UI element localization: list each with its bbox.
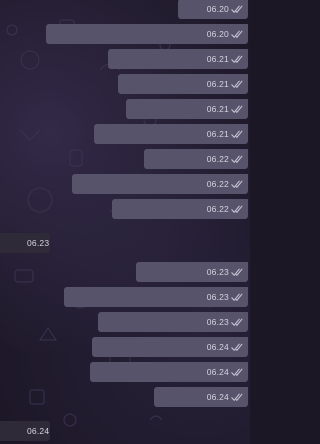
message-meta: 06.22 (207, 178, 244, 190)
message-meta: 06.24 (27, 425, 49, 437)
outgoing-message-bubble[interactable]: 06.22 (112, 199, 248, 219)
outgoing-message-bubble[interactable]: 06.24 (92, 337, 248, 357)
message-meta: 06.22 (207, 153, 244, 165)
outgoing-message-bubble[interactable]: 06.23 (98, 312, 248, 332)
message-time: 06.24 (27, 426, 50, 436)
message-time: 06.24 (206, 367, 229, 377)
message-meta: 06.21 (207, 128, 244, 140)
outgoing-message-bubble[interactable]: 06.20 (46, 24, 248, 44)
double-check-icon (231, 318, 243, 326)
message-list[interactable]: 06.20 06.20 06.21 06.21 06.21 06.21 06.22 06.22… (0, 0, 250, 444)
message-time: 06.21 (206, 104, 229, 114)
double-check-icon (231, 368, 243, 376)
outgoing-message-bubble[interactable]: 06.21 (126, 99, 248, 119)
message-meta: 06.23 (207, 316, 244, 328)
outgoing-message-bubble[interactable]: 06.24 (154, 387, 248, 407)
double-check-icon (231, 205, 243, 213)
outgoing-message-bubble[interactable]: 06.23 (64, 287, 248, 307)
message-time: 06.23 (206, 267, 229, 277)
message-time: 06.22 (206, 179, 229, 189)
message-meta: 06.21 (207, 53, 244, 65)
incoming-message-bubble[interactable]: 06.24 (0, 421, 50, 441)
double-check-icon (231, 293, 243, 301)
double-check-icon (231, 343, 243, 351)
double-check-icon (231, 130, 243, 138)
message-time: 06.20 (206, 29, 229, 39)
outgoing-message-bubble[interactable]: 06.21 (94, 124, 248, 144)
message-time: 06.22 (206, 154, 229, 164)
outgoing-message-bubble[interactable]: 06.22 (72, 174, 248, 194)
outgoing-message-bubble[interactable]: 06.20 (178, 0, 248, 19)
outgoing-message-bubble[interactable]: 06.21 (108, 49, 248, 69)
message-meta: 06.20 (207, 3, 244, 15)
message-time: 06.22 (206, 204, 229, 214)
double-check-icon (231, 155, 243, 163)
message-meta: 06.21 (207, 103, 244, 115)
message-meta: 06.24 (207, 366, 244, 378)
message-meta: 06.21 (207, 78, 244, 90)
double-check-icon (231, 5, 243, 13)
double-check-icon (231, 105, 243, 113)
message-time: 06.21 (206, 129, 229, 139)
message-time: 06.21 (206, 79, 229, 89)
outgoing-message-bubble[interactable]: 06.21 (118, 74, 248, 94)
message-time: 06.24 (206, 342, 229, 352)
message-meta: 06.23 (207, 291, 244, 303)
message-meta: 06.23 (207, 266, 244, 278)
message-meta: 06.23 (27, 237, 49, 249)
message-meta: 06.24 (207, 341, 244, 353)
message-time: 06.20 (206, 4, 229, 14)
message-meta: 06.20 (207, 28, 244, 40)
double-check-icon (231, 268, 243, 276)
outgoing-message-bubble[interactable]: 06.22 (144, 149, 248, 169)
incoming-message-bubble[interactable]: 06.23 (0, 233, 50, 253)
message-meta: 06.24 (207, 391, 244, 403)
double-check-icon (231, 393, 243, 401)
message-time: 06.23 (206, 317, 229, 327)
double-check-icon (231, 180, 243, 188)
double-check-icon (231, 30, 243, 38)
message-time: 06.21 (206, 54, 229, 64)
outgoing-message-bubble[interactable]: 06.24 (90, 362, 248, 382)
message-time: 06.23 (27, 238, 50, 248)
double-check-icon (231, 80, 243, 88)
double-check-icon (231, 55, 243, 63)
message-time: 06.23 (206, 292, 229, 302)
outgoing-message-bubble[interactable]: 06.23 (136, 262, 248, 282)
message-time: 06.24 (206, 392, 229, 402)
message-meta: 06.22 (207, 203, 244, 215)
